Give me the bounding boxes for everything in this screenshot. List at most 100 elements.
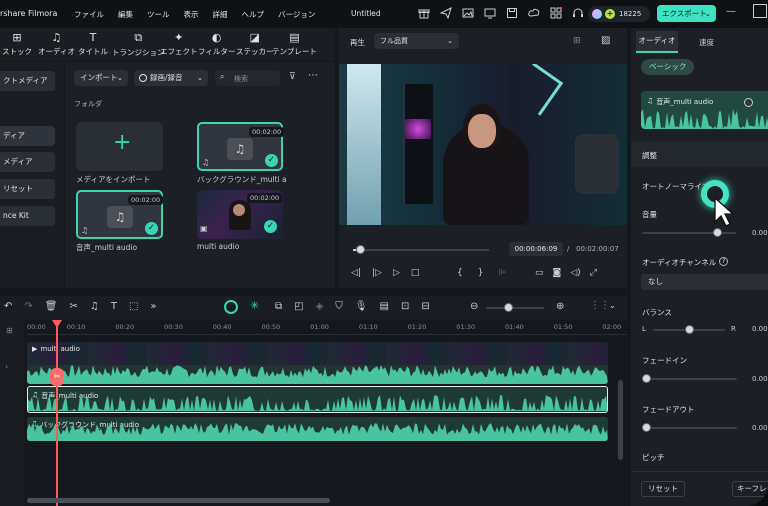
snap-toggle-icon[interactable] [224, 300, 238, 314]
video-track-clip[interactable]: ▶ multi audio [27, 342, 608, 384]
fadein-slider[interactable] [645, 378, 737, 380]
send-icon[interactable] [440, 7, 452, 19]
zoom-out-icon[interactable]: ⊖ [470, 301, 478, 312]
maximize-icon[interactable] [753, 4, 767, 18]
snapshot-image-icon[interactable]: ▨ [601, 35, 610, 46]
display-icon[interactable]: ▭ [535, 268, 544, 278]
toolbar-title[interactable]: T タイトル [78, 31, 108, 57]
layout-grid-icon[interactable]: ⋮⋮ [590, 300, 610, 311]
toolbar-effect[interactable]: ✦ エフェクト [160, 31, 198, 57]
toolbar-stock[interactable]: ⊞ ストック [2, 31, 32, 57]
marker-menu-icon[interactable]: ⊫ [498, 268, 506, 278]
help-icon[interactable]: ? [719, 257, 729, 266]
mark-out-icon[interactable]: } [478, 268, 484, 278]
channel-select[interactable]: なし [641, 274, 768, 290]
grid-view-icon[interactable]: ⊞ [573, 36, 581, 46]
menu-view[interactable]: 表示 [184, 9, 199, 20]
timeline-vertical-scrollbar[interactable] [618, 380, 623, 460]
fadein-value[interactable]: 0.00 [752, 375, 768, 383]
ai-tool-icon[interactable]: ◰ [294, 301, 303, 312]
clip-preview-handle[interactable] [744, 98, 753, 107]
monitor-icon[interactable] [484, 7, 496, 19]
menu-version[interactable]: バージョン [278, 9, 315, 20]
camera-icon[interactable]: ◙ [553, 268, 562, 278]
headset-icon[interactable] [572, 7, 584, 19]
chevron-down-icon[interactable]: ⌄ [609, 301, 616, 310]
export-button[interactable]: エクスポート ⌄ [657, 5, 716, 22]
keyframe-panel-button[interactable]: キーフレー [732, 481, 768, 497]
import-media-card[interactable]: + [76, 122, 163, 171]
stop-icon[interactable]: □ [411, 268, 420, 278]
volume-icon[interactable]: ◁) [570, 268, 580, 278]
media-clip-background-audio[interactable]: 00:02:00 ♫ ♫ ✓ [197, 122, 285, 171]
sidebar-item-stock-media[interactable]: メディア [0, 152, 55, 172]
filter-sort-icon[interactable]: ⊽ [289, 72, 296, 82]
project-name[interactable]: Untitled [351, 9, 381, 18]
undo-icon[interactable]: ↶ [4, 301, 12, 312]
cloud-upload-icon[interactable] [528, 7, 540, 19]
zoom-in-icon[interactable]: ⊕ [556, 301, 564, 312]
more-tools-icon[interactable]: » [150, 301, 156, 312]
sidebar-item-project-media[interactable]: クトメディア [0, 71, 55, 91]
media-clip-voice-audio[interactable]: 00:02:00 ♫ ♫ ✓ [76, 190, 164, 239]
audio-track-background[interactable]: ♫ バックグラウンド_multi audio [27, 417, 608, 441]
sidebar-item-brand-kit[interactable]: nce Kit [0, 206, 55, 226]
more-options-icon[interactable]: ⋯ [308, 70, 319, 81]
time-ruler[interactable]: 00:00 00:10 00:20 00:30 00:40 00:50 01:00 01:10… [27, 323, 627, 335]
keyframe-icon[interactable]: ◈ [316, 301, 324, 312]
split-marker-icon[interactable]: ✂ [50, 368, 64, 386]
tab-speed[interactable]: 速度 [699, 37, 714, 48]
tab-audio[interactable]: オーディオ [636, 31, 678, 53]
auto-caption-icon[interactable]: ⊡ [401, 301, 409, 312]
play-reverse-icon[interactable]: |▷ [372, 268, 382, 278]
audio-detach-icon[interactable]: ♫ [90, 301, 99, 312]
preview-progress-handle[interactable] [355, 245, 365, 254]
split-scissors-icon[interactable]: ✂ [69, 301, 77, 312]
search-box[interactable]: ⌕ 検索 [215, 70, 280, 86]
search-input[interactable]: 検索 [234, 74, 248, 84]
track-visibility-icon[interactable]: › [5, 362, 8, 371]
fadeout-slider-handle[interactable] [642, 423, 651, 432]
menu-file[interactable]: ファイル [74, 9, 104, 20]
save-icon[interactable] [506, 7, 518, 19]
record-button[interactable]: 録画/録音 ⌄ [134, 70, 208, 86]
shield-icon[interactable]: ⛉ [335, 301, 343, 312]
menu-edit[interactable]: 編集 [118, 9, 133, 20]
text-to-speech-icon[interactable]: ▤ [380, 301, 389, 312]
fadein-slider-handle[interactable] [642, 374, 651, 383]
toolbar-sticker[interactable]: ◪ ステッカー [236, 31, 274, 57]
toolbar-audio[interactable]: ♫ オーディオ [38, 31, 75, 57]
toolbar-filter[interactable]: ◐ フィルター [198, 31, 235, 57]
volume-slider-handle[interactable] [713, 228, 722, 237]
volume-value[interactable]: 0.00 [752, 229, 768, 237]
mark-in-icon[interactable]: { [457, 268, 463, 278]
play-icon[interactable]: ▷ [393, 268, 400, 278]
ripple-icon[interactable]: ✳ [250, 299, 259, 312]
toolbar-transition[interactable]: ⧉ トランジション [112, 31, 165, 58]
adjust-section-header[interactable]: 調整 [631, 141, 768, 167]
video-preview[interactable] [339, 64, 627, 225]
previous-frame-icon[interactable]: ◁| [351, 268, 361, 278]
sidebar-item-media[interactable]: ディア [0, 126, 55, 146]
menu-help[interactable]: ヘルプ [242, 9, 265, 20]
toolbar-template[interactable]: ▤ テンプレート [272, 31, 317, 57]
redo-icon[interactable]: ↷ [24, 301, 32, 312]
zoom-slider[interactable] [486, 303, 544, 312]
credits-pill[interactable]: + 18225 [588, 6, 650, 22]
fadeout-value[interactable]: 0.00 [752, 424, 768, 432]
sidebar-item-presets[interactable]: リセット [0, 179, 55, 199]
microphone-icon[interactable]: 🎙 [355, 301, 368, 312]
zoom-slider-handle[interactable] [504, 303, 513, 312]
import-button[interactable]: インポート ⌄ [74, 70, 128, 86]
marker-icon[interactable]: ⧉ [275, 301, 282, 312]
basic-chip[interactable]: ベーシック [641, 59, 695, 75]
delete-icon[interactable]: 🗑 [45, 301, 58, 312]
fullscreen-icon[interactable]: ⤢ [590, 268, 597, 278]
media-clip-video[interactable]: 00:02:00 ▣ ✓ [197, 190, 283, 239]
add-track-icon[interactable]: ⊞ [6, 326, 13, 335]
audio-track-voice[interactable]: ♫ 音声_multi audio [27, 386, 608, 413]
balance-slider-handle[interactable] [685, 325, 694, 334]
image-icon[interactable] [462, 7, 474, 19]
gift-icon[interactable] [418, 7, 430, 19]
minimize-icon[interactable]: — [726, 6, 736, 17]
